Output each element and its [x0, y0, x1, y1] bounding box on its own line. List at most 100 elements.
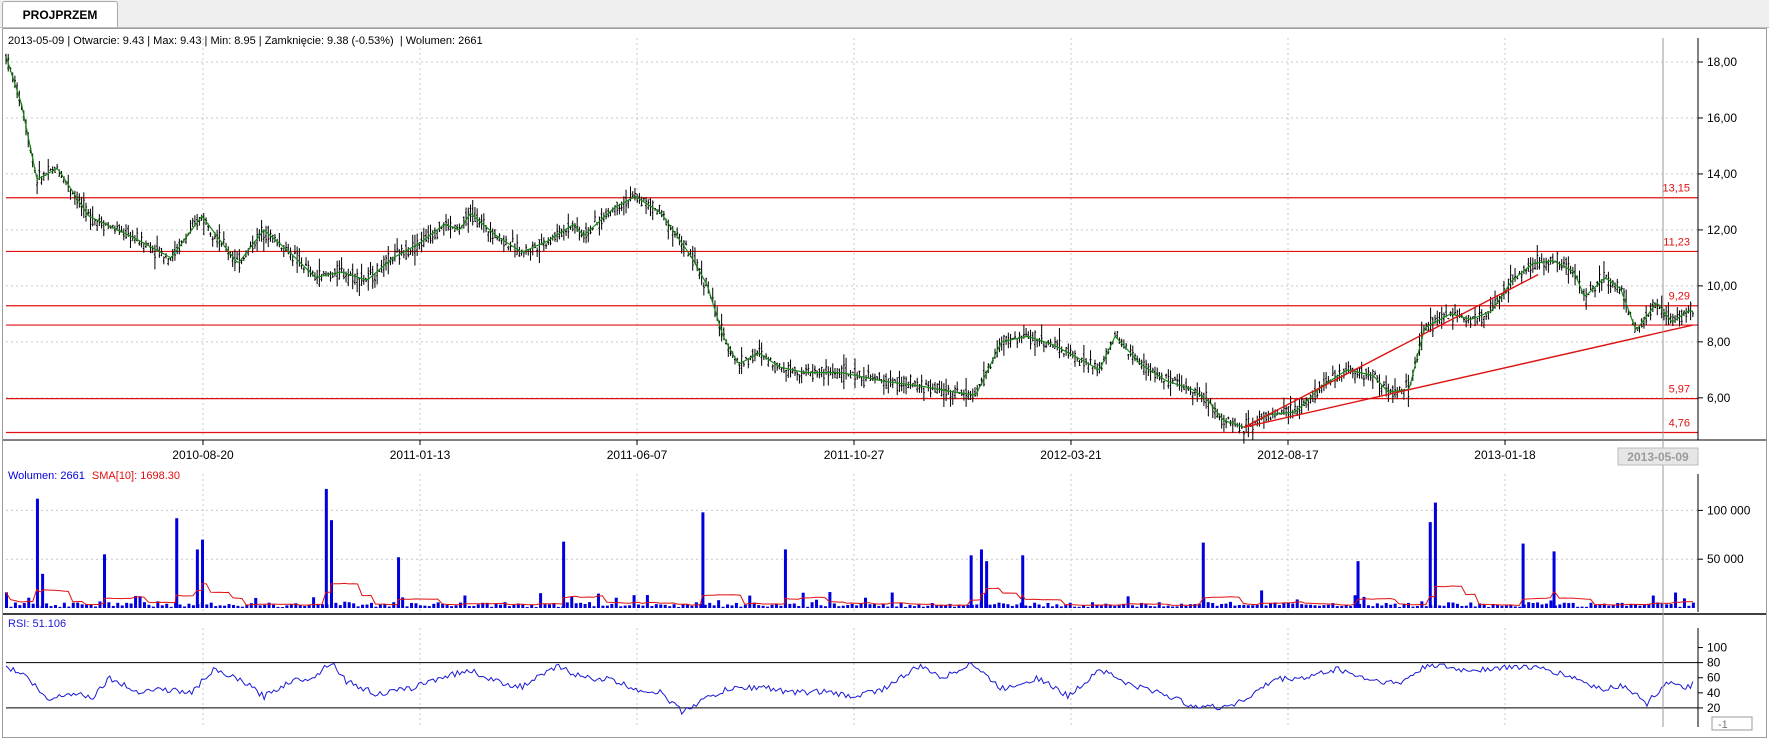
volume-bar — [1402, 604, 1406, 608]
volume-bar — [1175, 606, 1179, 608]
volume-bar — [610, 603, 614, 608]
volume-bar — [1540, 604, 1544, 608]
volume-bar — [1184, 605, 1188, 608]
volume-bar — [815, 599, 819, 608]
volume-bar — [712, 605, 716, 608]
volume-bar — [726, 604, 730, 608]
volume-bar — [1153, 606, 1157, 608]
volume-bar — [948, 603, 952, 608]
y-tick-label: 6,00 — [1707, 391, 1731, 405]
volume-bar — [1006, 604, 1010, 608]
volume-bar — [369, 602, 373, 608]
volume-bar — [721, 606, 725, 608]
volume-bar — [263, 604, 267, 608]
volume-bar — [1135, 606, 1139, 608]
volume-bar — [1206, 602, 1210, 608]
volume-bar — [418, 605, 422, 608]
volume-bar — [1518, 606, 1522, 608]
volume-bar — [912, 606, 916, 608]
volume-bar — [1251, 605, 1255, 608]
volume-bar — [1682, 598, 1686, 608]
volume-bar — [1406, 602, 1410, 608]
volume-bar — [993, 604, 997, 608]
volume-bar — [1126, 596, 1130, 608]
volume-bar — [761, 605, 765, 608]
volume-bar — [1304, 604, 1308, 608]
volume-bar — [1447, 602, 1451, 608]
volume-bar — [1576, 606, 1580, 608]
volume-bar — [1469, 602, 1473, 608]
volume-bar — [1625, 605, 1629, 608]
volume-bar — [1260, 590, 1264, 608]
volume-bar — [855, 605, 859, 608]
moving-average-line — [5, 56, 1693, 428]
volume-bar — [27, 597, 31, 608]
volume-bar — [525, 606, 529, 608]
volume-bar — [1046, 602, 1050, 608]
volume-bar — [1549, 600, 1553, 608]
volume-bar — [1059, 606, 1063, 608]
volume-bar — [1558, 604, 1562, 608]
volume-bar — [1188, 604, 1192, 608]
volume-bar — [80, 604, 84, 608]
volume-bar — [324, 488, 328, 608]
volume-bar — [445, 605, 449, 608]
volume-bar — [463, 595, 467, 608]
x-tick-label: 2011-10-27 — [824, 448, 885, 462]
volume-bar — [1669, 604, 1673, 608]
volume-bar — [792, 603, 796, 608]
volume-bar — [637, 604, 641, 608]
volume-bar — [147, 604, 151, 608]
volume-bar — [677, 606, 681, 608]
volume-bar — [169, 606, 173, 608]
volume-bar — [841, 605, 845, 608]
rsi-legend: RSI: 51.106 — [8, 618, 66, 630]
volume-bar — [1375, 603, 1379, 608]
volume-bar — [258, 605, 262, 608]
price-chart-svg[interactable]: 13,15 11,23 9,29 5,97 4,76 2010-08-20 2011-01… — [0, 0, 1769, 740]
volume-bar — [1544, 603, 1548, 608]
volume-bar — [1442, 605, 1446, 608]
volume-bar — [1464, 605, 1468, 608]
trendline — [1243, 324, 1693, 428]
volume-bar — [565, 602, 569, 608]
volume-bar — [1215, 605, 1219, 608]
volume-bar — [708, 602, 712, 608]
volume-bar — [1220, 603, 1224, 608]
volume-bar — [1687, 605, 1691, 608]
volume-legend: Wolumen: 2661 SMA[10]: 1698.30 — [8, 470, 180, 482]
volume-bar — [1050, 606, 1054, 608]
volume-bar — [1157, 602, 1161, 608]
volume-bar — [1415, 605, 1419, 608]
volume-bar — [13, 602, 17, 608]
volume-bar — [103, 554, 107, 608]
volume-bar — [904, 606, 908, 608]
support-resistance-label: 13,15 — [1662, 183, 1690, 195]
volume-bar — [178, 604, 182, 608]
volume-bar — [837, 606, 841, 608]
rsi-y-tick-label: 80 — [1707, 656, 1721, 670]
volume-bar — [632, 595, 636, 608]
volume-bar — [1366, 605, 1370, 608]
volume-bar — [690, 605, 694, 608]
volume-bar — [183, 606, 187, 608]
volume-bar — [1482, 604, 1486, 608]
volume-bar — [374, 606, 378, 608]
volume-bar — [272, 604, 276, 608]
volume-bar — [1086, 606, 1090, 608]
volume-bar — [654, 604, 658, 608]
volume-bar — [285, 605, 289, 608]
volume-bar — [1487, 606, 1491, 608]
volume-bar — [280, 607, 284, 608]
volume-bar — [205, 604, 209, 608]
volume-bar — [701, 512, 705, 608]
volume-bar — [410, 603, 414, 608]
volume-bar — [1233, 605, 1237, 608]
volume-bar — [361, 604, 365, 608]
volume-bar — [1513, 606, 1517, 608]
volume-bar — [766, 606, 770, 608]
volume-bar — [717, 600, 721, 608]
volume-bar — [441, 604, 445, 608]
volume-bar — [1269, 603, 1273, 608]
volume-bar — [427, 606, 431, 608]
